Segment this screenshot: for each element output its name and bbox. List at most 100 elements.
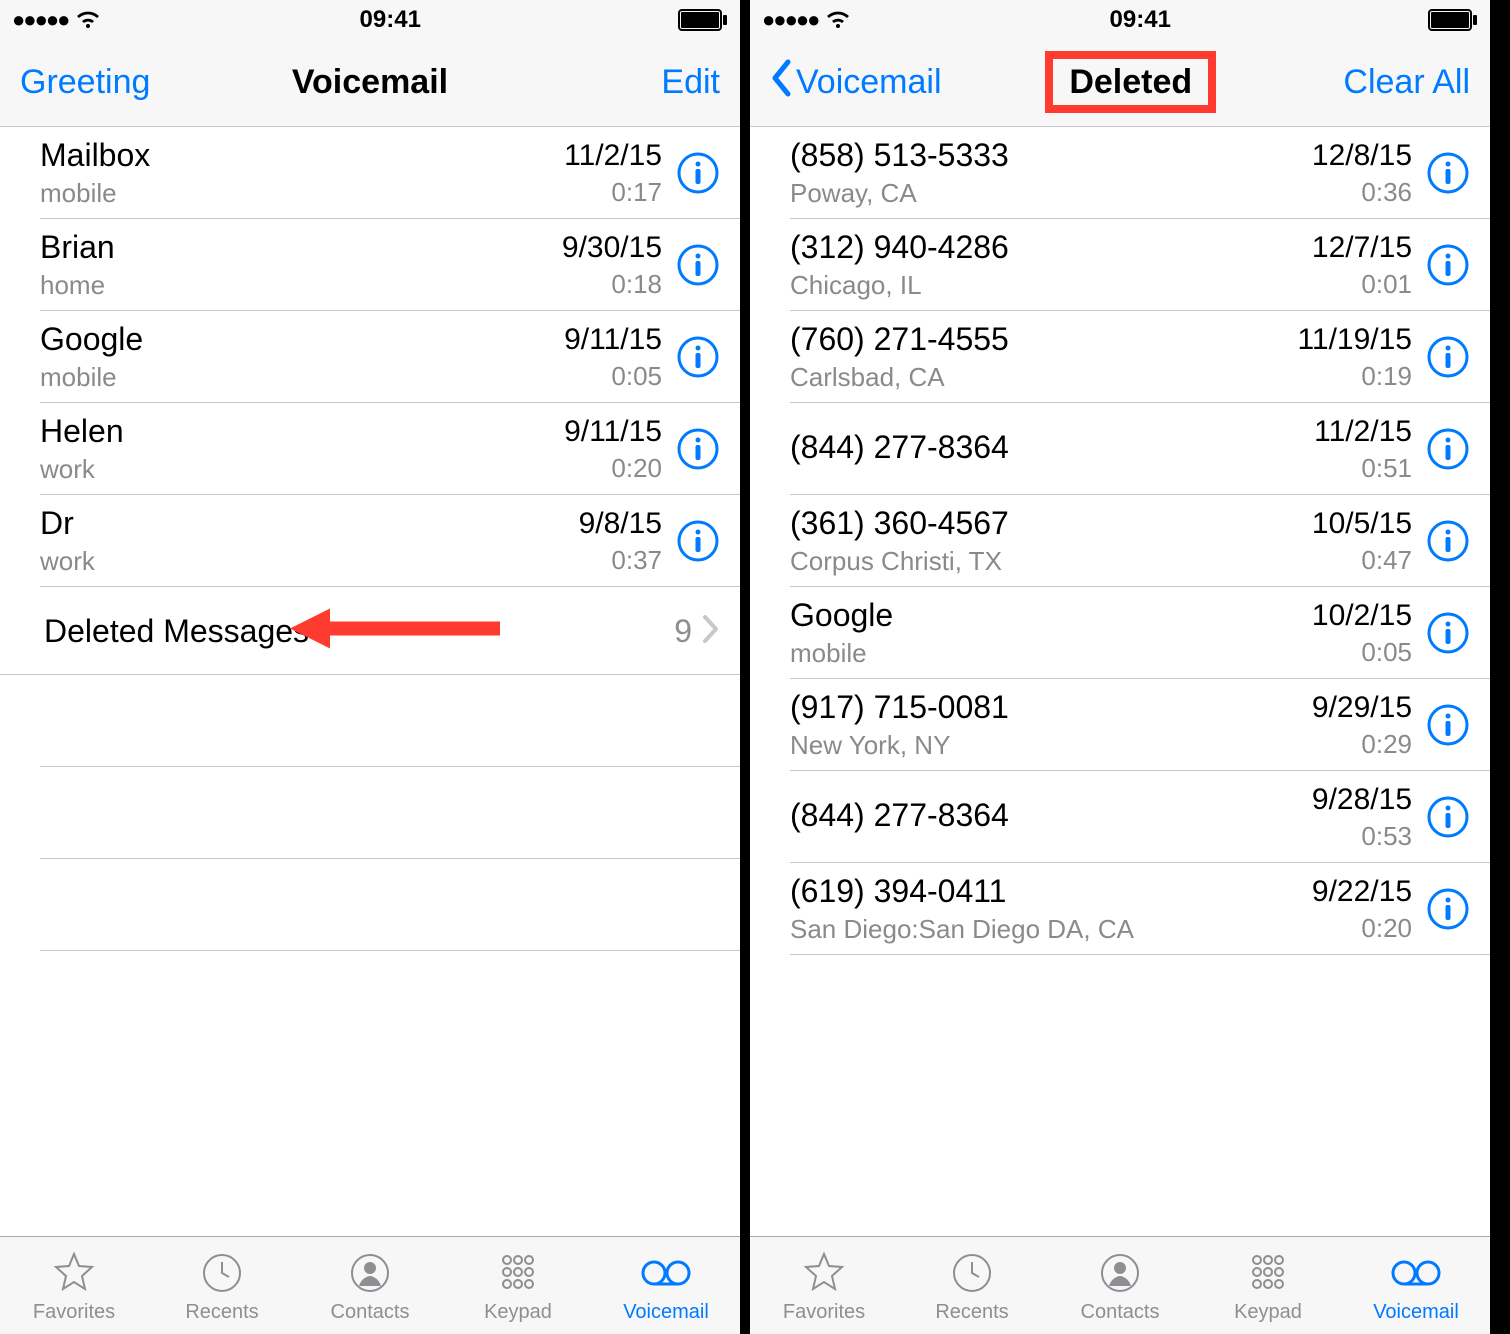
keypad-icon (495, 1248, 541, 1298)
tab-favorites[interactable]: Favorites (0, 1237, 148, 1334)
caller-name: (858) 513-5333 (790, 137, 1312, 174)
info-icon[interactable] (1426, 519, 1470, 563)
voicemail-duration: 0:20 (1361, 913, 1412, 944)
info-icon[interactable] (1426, 887, 1470, 931)
clock-icon (199, 1248, 245, 1298)
caller-name: (917) 715-0081 (790, 689, 1312, 726)
caller-sub: mobile (40, 178, 564, 209)
tab-bar: Favorites Recents Contacts Keypad Voicem… (750, 1236, 1490, 1334)
nav-title: Voicemail (170, 63, 570, 102)
info-icon[interactable] (1426, 243, 1470, 287)
nav-bar: Greeting Voicemail Edit (0, 39, 740, 127)
signal-dots-icon: ●●●●● (762, 7, 818, 33)
tab-contacts[interactable]: Contacts (296, 1237, 444, 1334)
voicemail-duration: 0:37 (611, 545, 662, 576)
tab-keypad[interactable]: Keypad (1194, 1237, 1342, 1334)
voicemail-duration: 0:18 (611, 269, 662, 300)
info-icon[interactable] (1426, 703, 1470, 747)
info-icon[interactable] (1426, 795, 1470, 839)
phone-voicemail: ●●●●● 09:41 Greeting Voicemail Edit Mail… (0, 0, 750, 1334)
caller-name: (312) 940-4286 (790, 229, 1312, 266)
voicemail-date: 9/22/15 (1312, 875, 1412, 909)
caller-sub: home (40, 270, 562, 301)
caller-sub: work (40, 454, 564, 485)
voicemail-date: 11/2/15 (564, 139, 662, 173)
highlight-annotation: Deleted (1045, 51, 1216, 113)
voicemail-date: 11/2/15 (1314, 415, 1412, 449)
info-icon[interactable] (676, 243, 720, 287)
voicemail-duration: 0:29 (1361, 729, 1412, 760)
status-bar: ●●●●● 09:41 (0, 0, 740, 40)
wifi-icon (74, 10, 102, 30)
nav-title: Deleted (942, 63, 1320, 102)
voicemail-date: 12/8/15 (1312, 139, 1412, 173)
info-icon[interactable] (676, 335, 720, 379)
caller-name: Dr (40, 505, 579, 542)
voicemail-row[interactable]: (917) 715-0081New York, NY9/29/150:29 (750, 679, 1490, 771)
contact-icon (1097, 1248, 1143, 1298)
tab-contacts[interactable]: Contacts (1046, 1237, 1194, 1334)
tab-favorites[interactable]: Favorites (750, 1237, 898, 1334)
edit-button[interactable]: Edit (570, 63, 720, 102)
voicemail-row[interactable]: (844) 277-836411/2/150:51 (750, 403, 1490, 495)
tab-keypad[interactable]: Keypad (444, 1237, 592, 1334)
caller-sub: mobile (40, 362, 564, 393)
caller-sub: Carlsbad, CA (790, 362, 1297, 393)
back-button[interactable]: Voicemail (770, 59, 942, 106)
info-icon[interactable] (1426, 611, 1470, 655)
deleted-count: 9 (674, 613, 692, 650)
caller-name: (361) 360-4567 (790, 505, 1312, 542)
info-icon[interactable] (1426, 427, 1470, 471)
deleted-list: (858) 513-5333Poway, CA12/8/150:36(312) … (750, 127, 1490, 1236)
voicemail-date: 12/7/15 (1312, 231, 1412, 265)
voicemail-row[interactable]: (619) 394-0411San Diego:San Diego DA, CA… (750, 863, 1490, 955)
star-icon (801, 1248, 847, 1298)
caller-sub: Corpus Christi, TX (790, 546, 1312, 577)
deleted-messages-row[interactable]: Deleted Messages9 (0, 587, 740, 675)
chevron-left-icon (770, 59, 792, 106)
signal-dots-icon: ●●●●● (12, 7, 68, 33)
voicemail-row[interactable]: Googlemobile9/11/150:05 (0, 311, 740, 403)
clear-all-button[interactable]: Clear All (1320, 63, 1470, 102)
info-icon[interactable] (676, 427, 720, 471)
chevron-right-icon (702, 614, 720, 649)
caller-name: Google (40, 321, 564, 358)
tab-voicemail[interactable]: Voicemail (592, 1237, 740, 1334)
star-icon (51, 1248, 97, 1298)
nav-bar: Voicemail Deleted Clear All (750, 39, 1490, 127)
status-time: 09:41 (1110, 6, 1171, 34)
caller-name: Google (790, 597, 1312, 634)
contact-icon (347, 1248, 393, 1298)
voicemail-date: 11/19/15 (1297, 323, 1412, 357)
info-icon[interactable] (1426, 335, 1470, 379)
greeting-button[interactable]: Greeting (20, 63, 170, 102)
voicemail-icon (638, 1248, 694, 1298)
voicemail-row[interactable]: (312) 940-4286Chicago, IL12/7/150:01 (750, 219, 1490, 311)
voicemail-row[interactable]: (858) 513-5333Poway, CA12/8/150:36 (750, 127, 1490, 219)
deleted-label: Deleted Messages (44, 613, 674, 650)
voicemail-duration: 0:20 (611, 453, 662, 484)
info-icon[interactable] (676, 519, 720, 563)
voicemail-row[interactable]: Brianhome9/30/150:18 (0, 219, 740, 311)
voicemail-duration: 0:51 (1361, 453, 1412, 484)
voicemail-row[interactable]: Drwork9/8/150:37 (0, 495, 740, 587)
phone-deleted: ●●●●● 09:41 Voicemail Deleted Clear All … (750, 0, 1500, 1334)
voicemail-row[interactable]: Googlemobile10/2/150:05 (750, 587, 1490, 679)
voicemail-row[interactable]: (844) 277-83649/28/150:53 (750, 771, 1490, 863)
tab-recents[interactable]: Recents (898, 1237, 1046, 1334)
info-icon[interactable] (1426, 151, 1470, 195)
voicemail-row[interactable]: (361) 360-4567Corpus Christi, TX10/5/150… (750, 495, 1490, 587)
caller-name: (844) 277-8364 (790, 797, 1312, 834)
voicemail-date: 10/2/15 (1312, 599, 1412, 633)
voicemail-row[interactable]: Mailboxmobile11/2/150:17 (0, 127, 740, 219)
tab-recents[interactable]: Recents (148, 1237, 296, 1334)
voicemail-icon (1388, 1248, 1444, 1298)
info-icon[interactable] (676, 151, 720, 195)
caller-sub: New York, NY (790, 730, 1312, 761)
voicemail-row[interactable]: Helenwork9/11/150:20 (0, 403, 740, 495)
voicemail-duration: 0:36 (1361, 177, 1412, 208)
voicemail-duration: 0:05 (611, 361, 662, 392)
voicemail-row[interactable]: (760) 271-4555Carlsbad, CA11/19/150:19 (750, 311, 1490, 403)
tab-voicemail[interactable]: Voicemail (1342, 1237, 1490, 1334)
caller-sub: San Diego:San Diego DA, CA (790, 914, 1312, 945)
